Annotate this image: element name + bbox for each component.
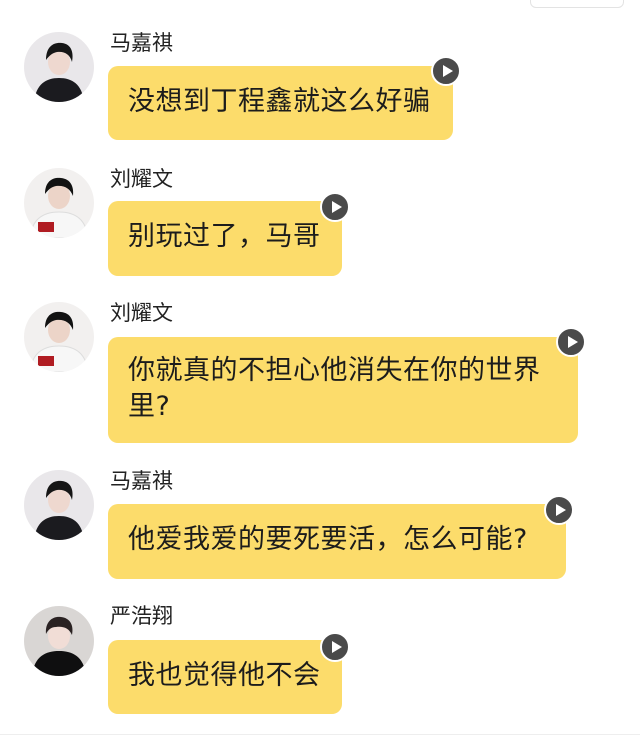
sender-name: 刘耀文 <box>110 167 173 191</box>
message-bubble[interactable]: 没想到丁程鑫就这么好骗 <box>108 66 453 140</box>
play-icon[interactable] <box>320 192 350 222</box>
person-portrait-dark-icon <box>24 32 94 102</box>
sender-name: 马嘉祺 <box>110 469 173 493</box>
person-portrait-black-jacket-icon <box>24 606 94 676</box>
avatar[interactable] <box>24 168 94 238</box>
top-right-tab[interactable] <box>530 0 624 8</box>
avatar[interactable] <box>24 470 94 540</box>
message-bubble[interactable]: 他爱我爱的要死要活，怎么可能? <box>108 504 566 579</box>
play-icon[interactable] <box>431 56 461 86</box>
play-icon[interactable] <box>320 632 350 662</box>
play-icon[interactable] <box>556 327 586 357</box>
message-text: 他爱我爱的要死要活，怎么可能? <box>128 524 528 555</box>
avatar[interactable] <box>24 606 94 676</box>
message-bubble[interactable]: 我也觉得他不会 <box>108 640 342 714</box>
sender-name: 严浩翔 <box>110 604 173 628</box>
message-bubble[interactable]: 别玩过了，马哥 <box>108 201 342 276</box>
person-portrait-dark-icon <box>24 470 94 540</box>
message-text: 我也觉得他不会 <box>128 660 321 691</box>
sender-name: 刘耀文 <box>110 301 173 325</box>
play-icon[interactable] <box>544 495 574 525</box>
message-text: 别玩过了，马哥 <box>128 221 321 252</box>
person-portrait-white-shirt-icon <box>24 302 94 372</box>
bottom-divider <box>0 734 640 735</box>
message-text: 没想到丁程鑫就这么好骗 <box>128 86 431 117</box>
message-text: 你就真的不担心他消失在你的世界里? <box>128 355 541 422</box>
message-bubble[interactable]: 你就真的不担心他消失在你的世界里? <box>108 337 578 443</box>
avatar[interactable] <box>24 32 94 102</box>
sender-name: 马嘉祺 <box>110 31 173 55</box>
person-portrait-white-shirt-icon <box>24 168 94 238</box>
avatar[interactable] <box>24 302 94 372</box>
